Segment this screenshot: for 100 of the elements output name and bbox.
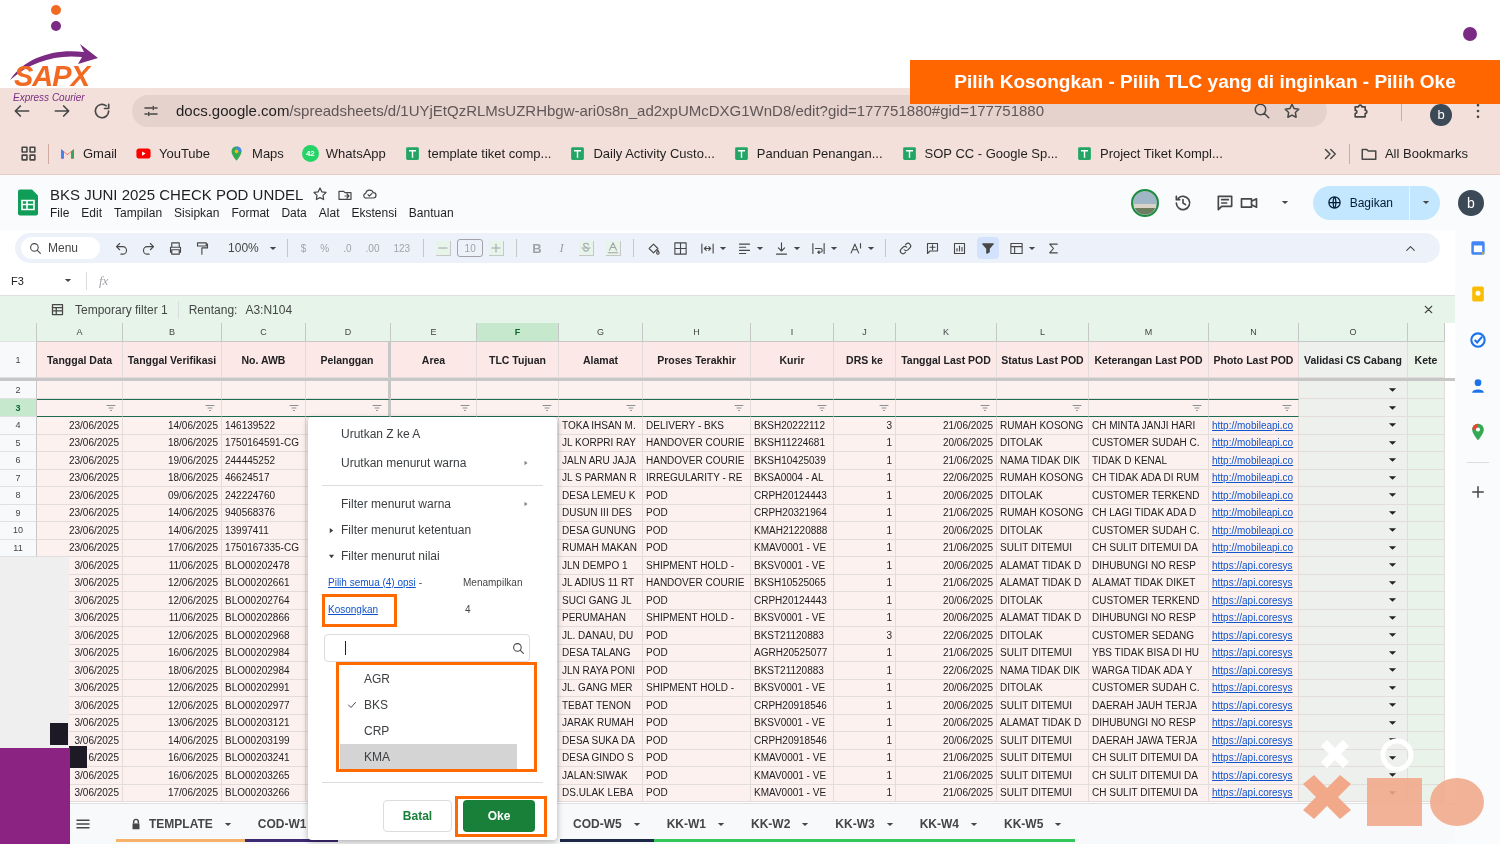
menu-item[interactable]: Sisipkan: [174, 205, 226, 220]
url-text: docs.google.com/spreadsheets/d/1UYjEtQzRLMsUZRHbgw-ari0s8n_ad2xpUMcDXG1WnD8/edit?gid=177751880#gid=177751880: [176, 102, 1044, 119]
sheet-tab[interactable]: KK-W1: [653, 806, 738, 842]
menu-search-field[interactable]: Menu: [21, 237, 101, 259]
sheet-tab[interactable]: KK-W3: [822, 806, 907, 842]
column-letter[interactable]: D: [306, 323, 391, 342]
bookmark-link[interactable]: SOP CC - Google Sp...: [900, 145, 1058, 162]
cell-link[interactable]: http://mobileapi.co: [1209, 487, 1299, 505]
table-cell: BLO00203199: [222, 732, 306, 750]
profile-avatar[interactable]: b: [1458, 189, 1484, 216]
cell-link[interactable]: https://api.coresys: [1209, 662, 1299, 680]
zoom-dropdown[interactable]: 100%: [224, 241, 281, 255]
bookmark-link[interactable]: YouTube: [134, 145, 211, 162]
bookmark-link[interactable]: Panduan Penangan...: [732, 145, 883, 162]
all-bookmarks-link[interactable]: All Bookmarks: [1359, 144, 1468, 163]
column-letter[interactable]: M: [1089, 323, 1209, 342]
table-cell: POD: [643, 627, 751, 645]
menu-item[interactable]: Filter menurut ketentuan: [308, 517, 557, 543]
menu-item[interactable]: Data: [281, 205, 313, 220]
cell-link[interactable]: https://api.coresys: [1209, 592, 1299, 610]
bookmark-link[interactable]: Project Tiket Kompl...: [1076, 145, 1223, 162]
table-cell: HANDOVER COURIE: [643, 452, 751, 470]
column-letter[interactable]: C: [222, 323, 306, 342]
menu-item[interactable]: Urutkan menurut warna: [308, 450, 557, 476]
table-cell: 12/06/2025: [123, 592, 222, 610]
column-header: Kete: [1408, 342, 1445, 378]
sheet-tab[interactable]: TEMPLATE: [116, 806, 245, 842]
sheet-tab[interactable]: COD-W5: [560, 806, 654, 842]
column-letter[interactable]: F: [477, 323, 559, 342]
bookmark-link[interactable]: Daily Activity Custo...: [569, 145, 715, 162]
cell-reference[interactable]: F3: [11, 274, 64, 287]
menu-item[interactable]: Filter menurut nilai: [308, 543, 557, 569]
table-cell: 1: [834, 767, 896, 785]
bookmark-link[interactable]: Gmail: [59, 145, 117, 162]
table-cell: 21/06/2025: [896, 452, 997, 470]
column-letter[interactable]: L: [997, 323, 1089, 342]
sheet-tab[interactable]: KK-W5: [991, 806, 1076, 842]
table-cell: 20/06/2025: [896, 592, 997, 610]
menu-item[interactable]: Bantuan: [408, 205, 460, 220]
column-header: Tanggal Data: [37, 342, 123, 378]
row-number[interactable]: 1: [0, 342, 37, 378]
column-letter[interactable]: N: [1209, 323, 1299, 342]
column-header: DRS ke: [834, 342, 896, 378]
row-number[interactable]: 6: [0, 452, 37, 470]
sheet-tab[interactable]: KK-W2: [738, 806, 823, 842]
table-cell: JLN RAYA PONI: [559, 662, 643, 680]
row-number[interactable]: 3: [0, 399, 37, 417]
select-all-link[interactable]: Pilih semua (4) opsi: [328, 576, 416, 588]
menu-item[interactable]: File: [50, 205, 76, 220]
clear-link[interactable]: Kosongkan: [328, 603, 379, 615]
value-option[interactable]: CRP: [340, 718, 517, 744]
menu-item[interactable]: Alat: [318, 205, 346, 220]
ok-button[interactable]: Oke: [463, 800, 535, 832]
table-cell: BKST21120883: [751, 627, 834, 645]
row-number[interactable]: 2: [0, 381, 37, 399]
bookmark-link[interactable]: 42 WhatsApp: [301, 145, 386, 162]
table-cell: DIHUBUNGI NO RESP: [1089, 557, 1209, 575]
column-letter[interactable]: I: [751, 323, 834, 342]
cancel-button[interactable]: Batal: [383, 800, 452, 832]
menu-item[interactable]: Ekstensi: [351, 205, 403, 220]
table-cell: 20/06/2025: [896, 697, 997, 715]
menu-item[interactable]: Edit: [81, 205, 109, 220]
cell-link[interactable]: http://mobileapi.co: [1209, 452, 1299, 470]
value-option[interactable]: KMA: [340, 744, 517, 770]
range-value[interactable]: A3:N104: [245, 302, 293, 317]
cell-link[interactable]: https://api.coresys: [1209, 732, 1299, 750]
filter-name[interactable]: Temporary filter 1: [75, 302, 168, 317]
column-letter[interactable]: B: [123, 323, 222, 342]
bookmark-link[interactable]: template tiket comp...: [403, 145, 552, 162]
cell-link[interactable]: https://api.coresys: [1209, 697, 1299, 715]
table-cell: TIDAK D KENAL: [1089, 452, 1209, 470]
profile-avatar[interactable]: b: [1430, 103, 1452, 126]
cell-link[interactable]: http://mobileapi.co: [1209, 417, 1299, 435]
menu-item[interactable]: Format: [231, 205, 276, 220]
column-letter[interactable]: H: [643, 323, 751, 342]
cell-link[interactable]: https://api.coresys: [1209, 627, 1299, 645]
column-letter[interactable]: G: [559, 323, 643, 342]
cell-link[interactable]: https://api.coresys: [1209, 767, 1299, 785]
column-letter[interactable]: A: [37, 323, 123, 342]
row-number[interactable]: 10: [0, 522, 37, 540]
row-number[interactable]: 4: [0, 417, 37, 435]
sheet-tab[interactable]: KK-W4: [906, 806, 991, 842]
column-letter[interactable]: K: [896, 323, 997, 342]
menu-item[interactable]: Tampilan: [114, 205, 169, 220]
column-letter[interactable]: J: [834, 323, 896, 342]
value-option[interactable]: BKS: [340, 692, 517, 718]
menu-item[interactable]: Urutkan Z ke A: [308, 421, 557, 447]
table-cell: SULIT DITEMUI: [997, 767, 1089, 785]
row-number[interactable]: 8: [0, 487, 37, 505]
showing-count: 4: [465, 603, 471, 615]
bookmark-link[interactable]: Maps: [228, 145, 284, 162]
value-option[interactable]: AGR: [340, 666, 517, 692]
document-title[interactable]: BKS JUNI 2025 CHECK POD UNDEL: [50, 185, 304, 203]
menu-item[interactable]: Filter menurut warna: [308, 491, 557, 517]
table-cell: 14/06/2025: [123, 522, 222, 540]
column-letter[interactable]: O: [1299, 323, 1408, 342]
share-button[interactable]: Bagikan: [1312, 185, 1440, 220]
column-letter[interactable]: E: [391, 323, 477, 342]
cell-link[interactable]: https://api.coresys: [1209, 557, 1299, 575]
cell-link[interactable]: http://mobileapi.co: [1209, 522, 1299, 540]
